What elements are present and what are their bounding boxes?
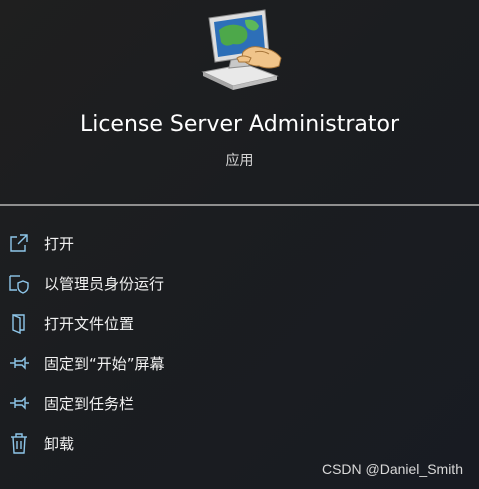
- menu-item-label: 固定到“开始”屏幕: [44, 354, 165, 373]
- menu-item-run-as-admin[interactable]: 以管理员身份运行: [0, 263, 479, 303]
- context-menu: 打开 以管理员身份运行 打开文件位置 固定到“开始”屏幕 固定到任务栏 卸载: [0, 223, 479, 463]
- app-name: License Server Administrator: [79, 112, 400, 137]
- open-external-icon: [7, 231, 31, 255]
- menu-item-label: 卸载: [44, 434, 75, 453]
- trash-icon: [7, 431, 31, 455]
- app-type: 应用: [225, 153, 254, 169]
- menu-item-pin-to-taskbar[interactable]: 固定到任务栏: [0, 383, 479, 423]
- pin-icon: [7, 351, 31, 375]
- pin-icon: [7, 391, 31, 415]
- folder-icon: [7, 311, 31, 335]
- computer-admin-icon: [197, 8, 283, 90]
- menu-item-label: 打开: [44, 234, 75, 253]
- menu-item-open[interactable]: 打开: [0, 223, 479, 263]
- menu-item-label: 固定到任务栏: [44, 394, 135, 413]
- shield-icon: [7, 271, 31, 295]
- watermark: CSDN @Daniel_Smith: [321, 461, 463, 477]
- menu-item-label: 以管理员身份运行: [44, 274, 165, 293]
- menu-item-open-file-location[interactable]: 打开文件位置: [0, 303, 479, 343]
- menu-item-label: 打开文件位置: [44, 314, 135, 333]
- menu-item-pin-to-start[interactable]: 固定到“开始”屏幕: [0, 343, 479, 383]
- app-context-menu: License Server Administrator 应用 打开 以管理员身…: [0, 0, 479, 489]
- menu-item-uninstall[interactable]: 卸载: [0, 423, 479, 463]
- divider: [0, 204, 479, 206]
